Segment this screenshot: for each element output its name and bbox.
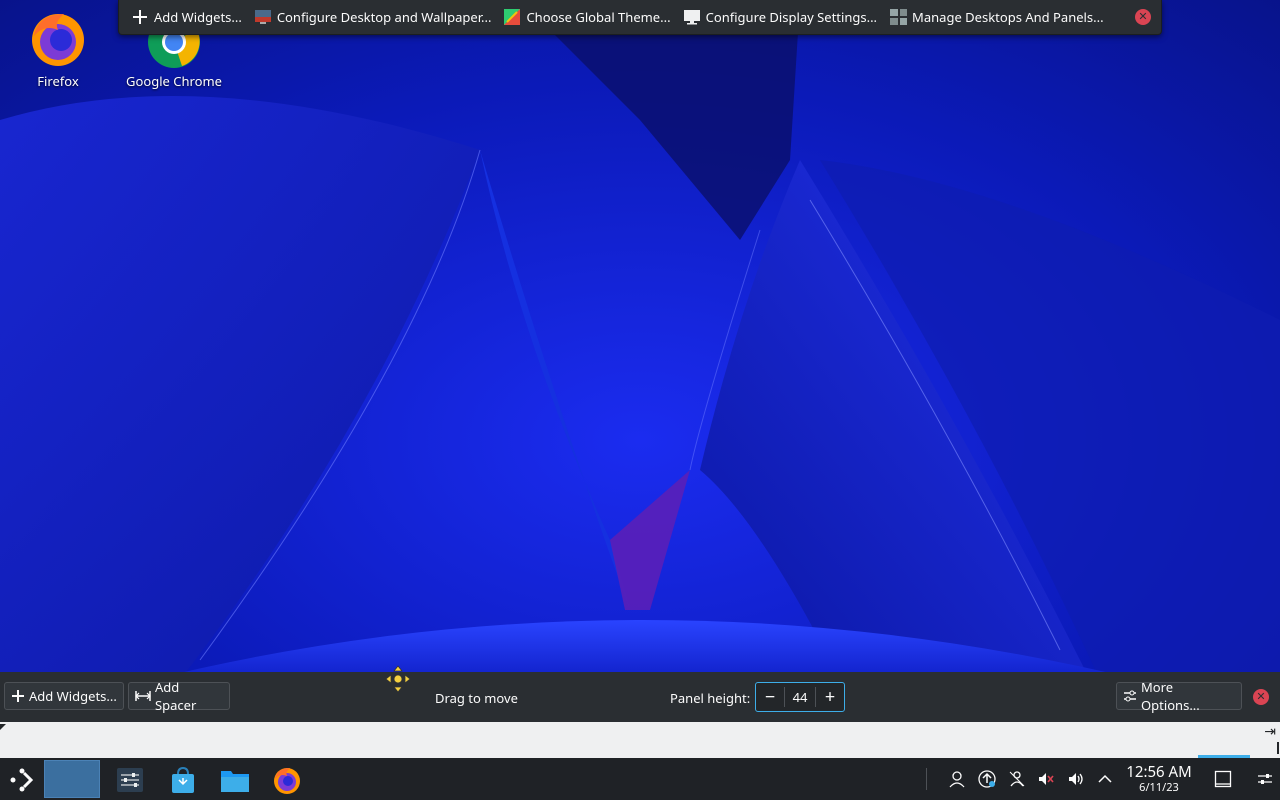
volume-icon[interactable] (1067, 770, 1085, 788)
application-launcher-icon[interactable] (6, 764, 38, 796)
panel-height-stepper[interactable]: − 44 + (755, 682, 845, 712)
add-spacer-button[interactable]: Add Spacer (128, 678, 230, 714)
increase-button[interactable]: + (816, 683, 844, 711)
settings-sliders-icon (1123, 689, 1137, 703)
plus-icon (131, 8, 149, 26)
panels-icon (889, 8, 908, 26)
expand-tray-icon[interactable] (1096, 770, 1114, 788)
network-icon[interactable] (1008, 770, 1026, 788)
left-offset-handle[interactable] (0, 724, 6, 730)
tray-separator (926, 768, 927, 790)
close-icon[interactable]: ✕ (1135, 9, 1151, 25)
desktop-icon-label: Firefox (37, 72, 79, 90)
panel-ruler[interactable]: ⇥ (0, 722, 1280, 758)
panel-configuration-bar: Add Widgets... Add Spacer Drag to move P… (0, 672, 1280, 722)
digital-clock[interactable]: 12:56 AM 6/11/23 (1116, 763, 1202, 795)
more-options-button[interactable]: More Options... (1116, 678, 1242, 714)
clock-date: 6/11/23 (1139, 780, 1179, 795)
desktop-config-icon (254, 8, 272, 26)
configure-display-button[interactable]: Configure Display Settings... (677, 0, 883, 34)
taskbar-panel: 12:56 AM 6/11/23 (0, 758, 1280, 800)
spacer-icon (135, 690, 151, 702)
mic-muted-icon[interactable] (1037, 770, 1055, 788)
firefox-icon (28, 8, 88, 68)
show-desktop-icon[interactable] (1214, 770, 1232, 788)
user-icon[interactable] (948, 770, 966, 788)
discover-store-icon[interactable] (167, 764, 199, 796)
panel-height-label: Panel height: (670, 689, 751, 707)
update-icon[interactable] (978, 770, 996, 788)
panel-height-input[interactable]: 44 (784, 687, 816, 707)
display-icon (683, 8, 701, 26)
system-settings-icon[interactable] (114, 764, 146, 796)
manage-desktops-panels-button[interactable]: Manage Desktops And Panels... (883, 0, 1110, 34)
desktop-toolbox: Add Widgets... Configure Desktop and Wal… (118, 0, 1162, 35)
add-widgets-button[interactable]: Add Widgets... (125, 0, 248, 34)
desktop-icon-firefox[interactable]: Firefox (3, 8, 113, 90)
theme-icon (503, 8, 521, 26)
move-cursor-icon[interactable] (385, 665, 411, 693)
add-widgets-panel-button[interactable]: Add Widgets... (4, 682, 124, 710)
choose-global-theme-button[interactable]: Choose Global Theme... (497, 0, 676, 34)
file-manager-icon[interactable] (219, 764, 251, 796)
close-icon[interactable]: ✕ (1253, 689, 1269, 705)
drag-to-move-label: Drag to move (435, 689, 518, 707)
desktop-pager-icon[interactable] (44, 760, 100, 798)
firefox-icon[interactable] (271, 764, 303, 796)
configure-desktop-button[interactable]: Configure Desktop and Wallpaper... (248, 0, 498, 34)
clock-time: 12:56 AM (1126, 762, 1192, 782)
min-length-handle[interactable] (1277, 742, 1279, 754)
panel-settings-icon[interactable] (1256, 770, 1274, 788)
decrease-button[interactable]: − (756, 683, 784, 711)
desktop-icon-label: Google Chrome (126, 72, 222, 90)
plus-icon (11, 689, 25, 703)
max-length-handle[interactable]: ⇥ (1264, 722, 1276, 741)
